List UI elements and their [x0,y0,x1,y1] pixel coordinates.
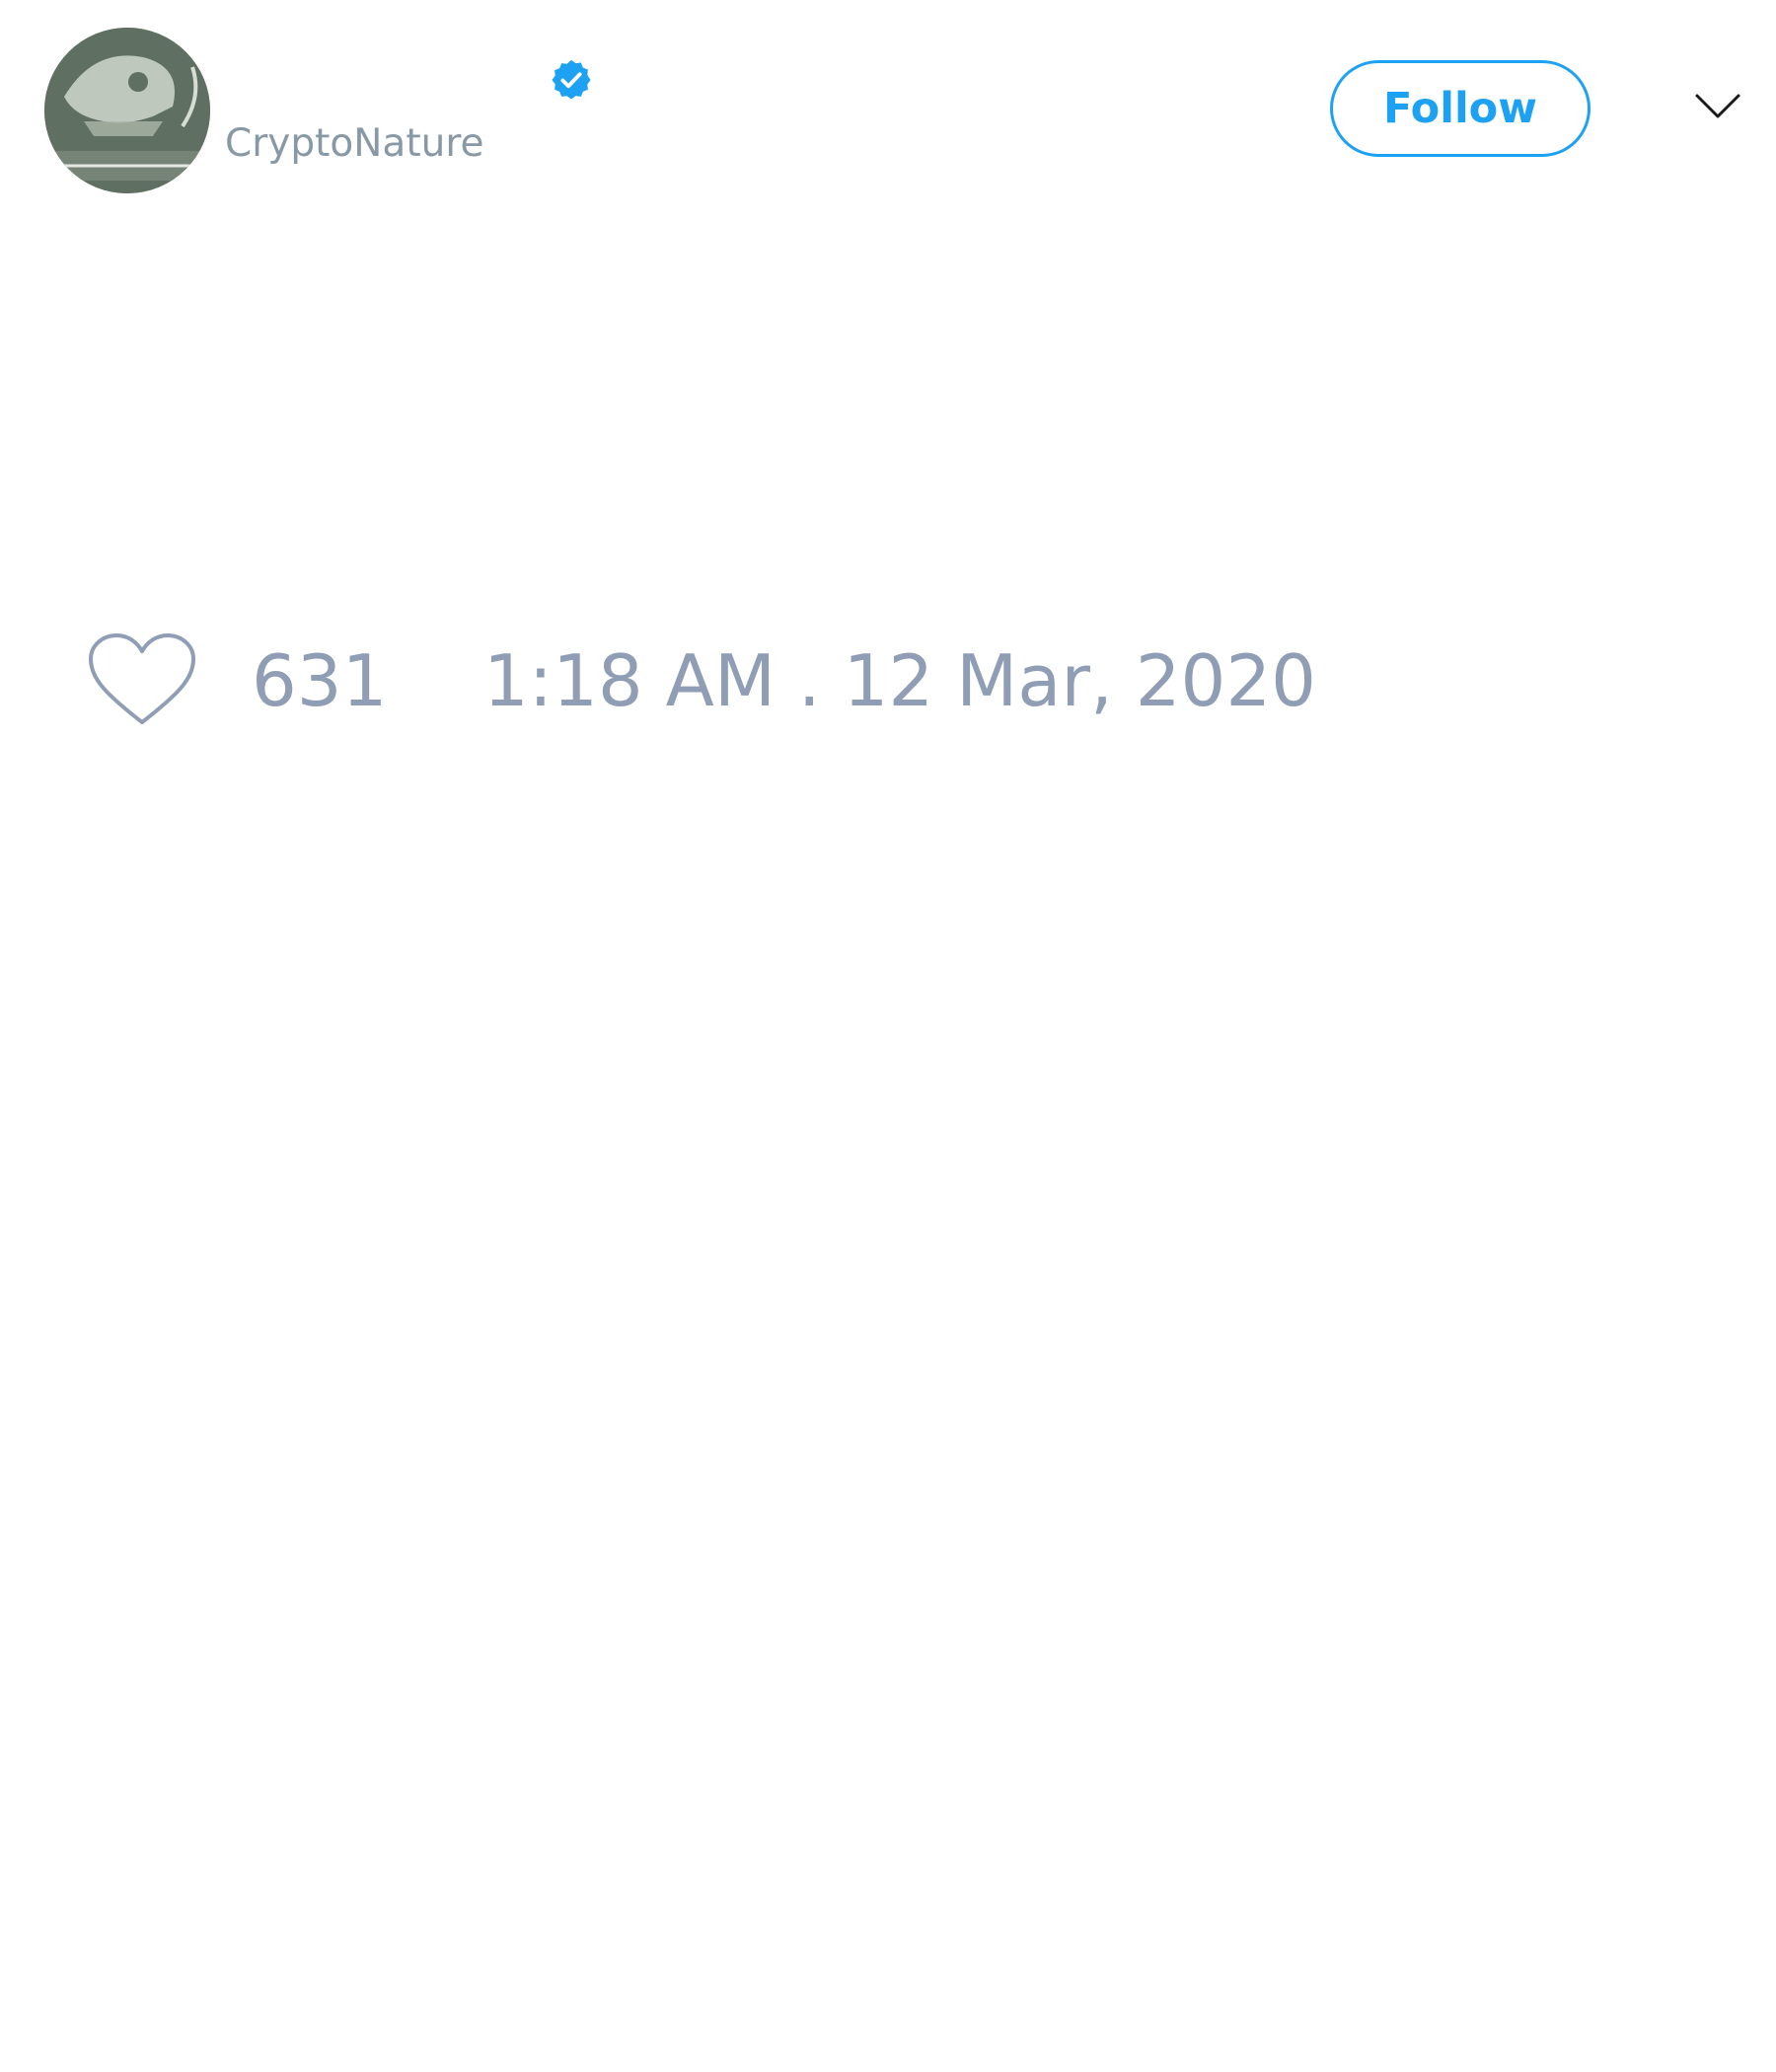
follow-button[interactable]: Follow [1330,60,1591,157]
tweet-timestamp[interactable]: 1:18 AM . 12 Mar, 2020 [483,645,1316,716]
tweet-meta-row: 631 1:18 AM . 12 Mar, 2020 [0,631,1776,740]
author-handle[interactable]: CryptoNature [225,124,484,163]
avatar[interactable] [44,28,210,193]
verified-badge-icon [552,59,591,100]
chevron-down-icon[interactable] [1693,91,1742,120]
heart-icon[interactable] [87,631,197,730]
like-count: 631 [252,639,388,722]
avatar-image [44,28,210,193]
tweet-card: CryptoNature Follow 631 1:18 AM . 12 Mar… [0,0,1776,2072]
